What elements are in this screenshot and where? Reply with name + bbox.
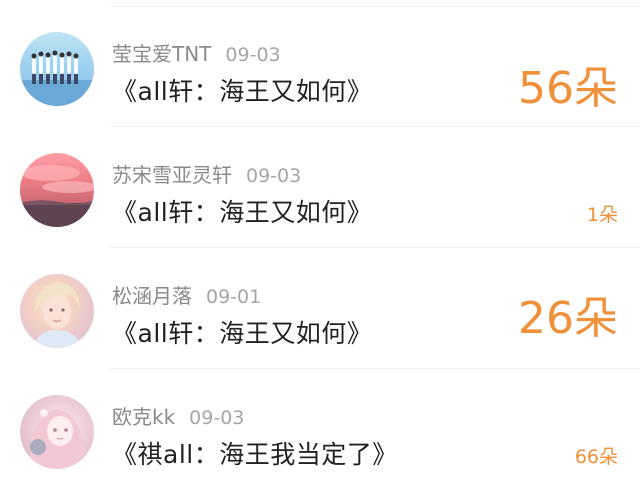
list-item[interactable]: 松涵月落 09-01 《all轩：海王又如何》 26朵 (0, 248, 640, 369)
work-title[interactable]: 《all轩：海王又如何》 (112, 193, 372, 229)
flower-count: 1朵 (586, 204, 618, 226)
comment-meta: 莹宝爱TNT 09-03 (112, 38, 281, 67)
list-item[interactable]: 欧克kk 09-03 《祺all：海王我当定了》 66朵 (0, 369, 640, 490)
flower-count: 66朵 (574, 446, 618, 468)
date: 09-01 (206, 286, 262, 308)
comment-meta: 欧克kk 09-03 (112, 401, 244, 430)
avatar-portrait-icon[interactable] (20, 274, 94, 348)
work-title[interactable]: 《祺all：海王我当定了》 (112, 435, 398, 471)
comment-meta: 苏宋雪亚灵轩 09-03 (112, 159, 301, 188)
list-item[interactable]: 莹宝爱TNT 09-03 《all轩：海王又如何》 56朵 (0, 6, 640, 127)
username[interactable]: 松涵月落 (112, 284, 192, 308)
username[interactable]: 欧克kk (112, 405, 175, 429)
date: 09-03 (225, 44, 281, 66)
work-title[interactable]: 《all轩：海王又如何》 (112, 72, 372, 108)
work-title[interactable]: 《all轩：海王又如何》 (112, 314, 372, 350)
username[interactable]: 莹宝爱TNT (112, 42, 211, 66)
username[interactable]: 苏宋雪亚灵轩 (112, 163, 232, 187)
avatar-group-photo-icon[interactable] (20, 32, 94, 106)
list-item[interactable]: 苏宋雪亚灵轩 09-03 《all轩：海王又如何》 1朵 (0, 127, 640, 248)
comment-meta: 松涵月落 09-01 (112, 280, 261, 309)
flower-count: 56朵 (518, 63, 618, 114)
date: 09-03 (189, 407, 245, 429)
avatar-sunset-icon[interactable] (20, 153, 94, 227)
avatar-anime-girl-icon[interactable] (20, 395, 94, 469)
date: 09-03 (246, 165, 302, 187)
flower-count: 26朵 (518, 293, 618, 344)
